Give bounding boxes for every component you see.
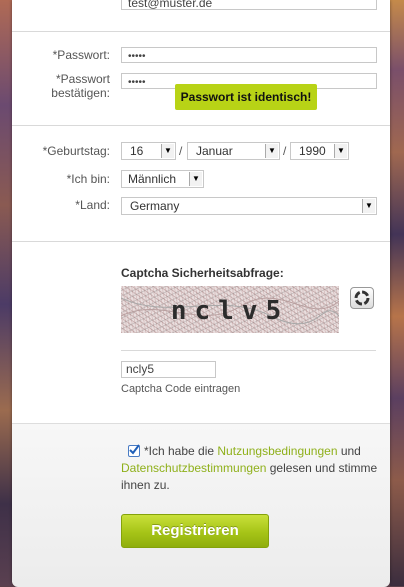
gender-value: Männlich: [128, 172, 177, 186]
chevron-down-icon: ▼: [161, 144, 174, 158]
date-separator: /: [179, 144, 183, 158]
terms-link[interactable]: Nutzungsbedingungen: [217, 444, 337, 458]
terms-text: *Ich habe die Nutzungsbedingungen und Da…: [121, 443, 379, 494]
birthday-year-value: 1990: [299, 144, 326, 158]
email-field[interactable]: test@muster.de: [121, 0, 377, 10]
divider: [12, 241, 390, 242]
birthday-day-value: 16: [130, 144, 144, 158]
terms-middle: und: [337, 444, 361, 458]
chevron-down-icon: ▼: [265, 144, 278, 158]
chevron-down-icon: ▼: [362, 199, 375, 213]
date-separator: /: [283, 144, 287, 158]
divider: [12, 31, 390, 32]
country-value: Germany: [130, 199, 180, 213]
password-confirm-label-line1: *Passwort: [55, 72, 110, 86]
birthday-month-value: Januar: [196, 144, 233, 158]
birthday-label: *Geburtstag:: [42, 144, 110, 158]
password-confirm-label-line2: bestätigen:: [51, 86, 110, 100]
captcha-input[interactable]: ncly5: [121, 361, 216, 378]
password-field[interactable]: •••••: [121, 47, 377, 63]
captcha-hint: Captcha Code eintragen: [121, 383, 241, 395]
captcha-input-value: ncly5: [126, 362, 155, 376]
captcha-image: nclv5: [121, 286, 339, 333]
password-confirm-label: *Passwort bestätigen:: [20, 72, 110, 100]
birthday-month-select[interactable]: Januar ▼: [187, 142, 280, 160]
terms-prefix: *Ich habe die: [144, 444, 218, 458]
gender-select[interactable]: Männlich ▼: [121, 170, 204, 188]
background-right: [390, 0, 404, 586]
password-value: •••••: [128, 51, 146, 62]
country-select[interactable]: Germany ▼: [121, 197, 377, 215]
country-label: *Land:: [75, 198, 110, 212]
register-button[interactable]: Registrieren: [121, 514, 269, 548]
captcha-text: nclv5: [170, 296, 290, 326]
background-left: [0, 0, 12, 586]
captcha-heading: Captcha Sicherheitsabfrage:: [121, 266, 284, 280]
privacy-link[interactable]: Datenschutzbestimmungen: [121, 461, 266, 475]
birthday-year-select[interactable]: 1990 ▼: [290, 142, 349, 160]
captcha-refresh-button[interactable]: [350, 287, 374, 309]
password-confirm-value: •••••: [128, 77, 146, 88]
email-value: test@muster.de: [128, 0, 213, 10]
refresh-icon: [354, 290, 370, 306]
password-match-tooltip: Passwort ist identisch!: [175, 84, 317, 110]
divider: [12, 125, 390, 126]
divider: [121, 350, 376, 351]
chevron-down-icon: ▼: [334, 144, 347, 158]
birthday-day-select[interactable]: 16 ▼: [121, 142, 176, 160]
chevron-down-icon: ▼: [189, 172, 202, 186]
password-label: *Passwort:: [52, 48, 110, 62]
gender-label: *Ich bin:: [66, 172, 110, 186]
